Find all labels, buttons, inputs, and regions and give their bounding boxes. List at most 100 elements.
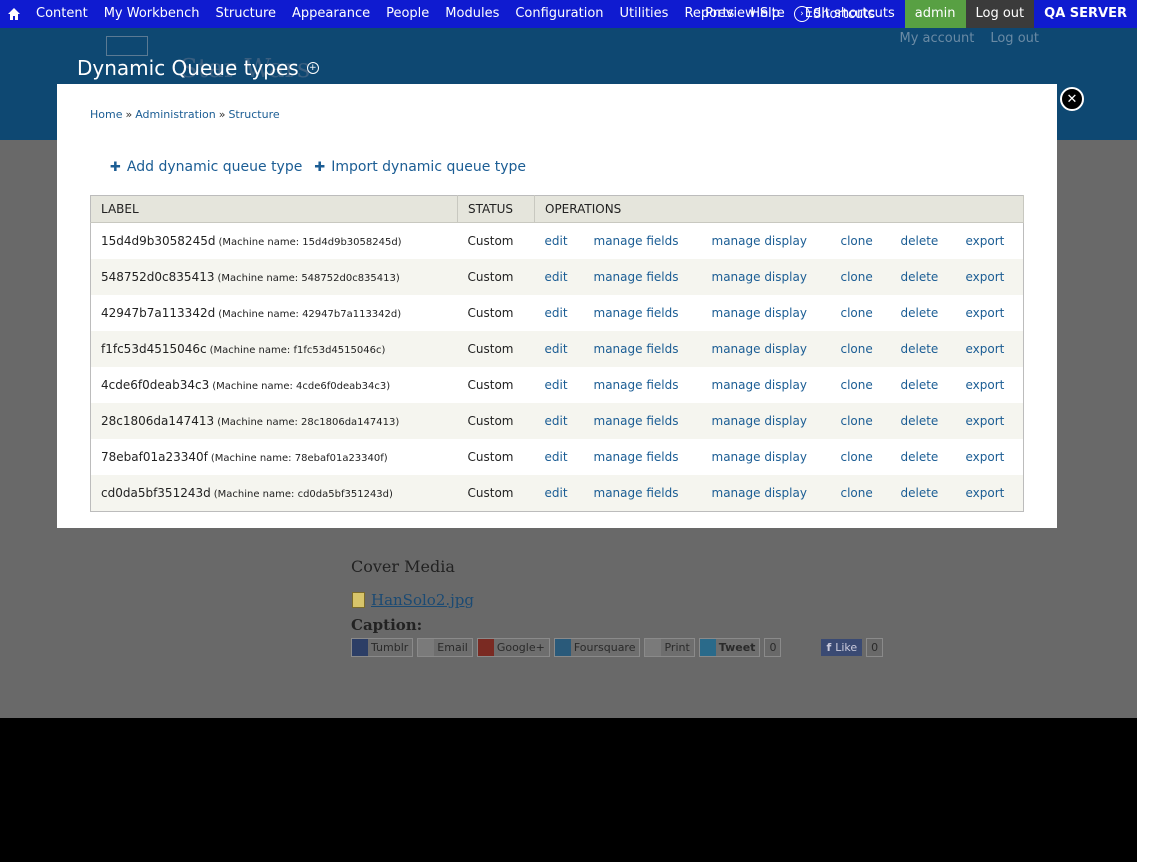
op-edit-link[interactable]: edit xyxy=(545,342,594,356)
file-link[interactable]: HanSolo2.jpg xyxy=(352,591,474,609)
toolbar-item-configuration[interactable]: Configuration xyxy=(507,0,611,28)
row-machine-name: (Machine name: 78ebaf01a23340f) xyxy=(210,453,388,464)
toolbar-item-modules[interactable]: Modules xyxy=(437,0,507,28)
op-manage-fields-link[interactable]: manage fields xyxy=(594,450,712,464)
breadcrumb-structure[interactable]: Structure xyxy=(228,108,279,121)
add-shortcut-icon[interactable]: + xyxy=(306,62,319,74)
share-tweet-button[interactable]: Tweet xyxy=(698,638,761,657)
breadcrumb: Home» Administration» Structure xyxy=(90,108,280,121)
op-clone-link[interactable]: clone xyxy=(841,342,901,356)
op-manage-display-link[interactable]: manage display xyxy=(712,306,841,320)
op-edit-link[interactable]: edit xyxy=(545,486,594,500)
toolbar-item-utilities[interactable]: Utilities xyxy=(612,0,677,28)
op-delete-link[interactable]: delete xyxy=(901,306,966,320)
op-edit-link[interactable]: edit xyxy=(545,270,594,284)
op-delete-link[interactable]: delete xyxy=(901,486,966,500)
row-machine-name: (Machine name: 15d4d9b3058245d) xyxy=(218,237,402,248)
op-clone-link[interactable]: clone xyxy=(841,450,901,464)
op-manage-fields-link[interactable]: manage fields xyxy=(594,234,712,248)
breadcrumb-home[interactable]: Home xyxy=(90,108,122,121)
admin-user-link[interactable]: admin xyxy=(904,0,966,28)
op-export-link[interactable]: export xyxy=(966,450,1005,464)
row-label-cell: f1fc53d4515046c (Machine name: f1fc53d451… xyxy=(90,331,458,367)
facebook-like-button[interactable]: f Like xyxy=(821,639,863,656)
my-account-link[interactable]: My account xyxy=(900,31,975,46)
toolbar-item-structure[interactable]: Structure xyxy=(208,0,284,28)
row-machine-name: (Machine name: 42947b7a113342d) xyxy=(218,309,402,320)
op-manage-display-link[interactable]: manage display xyxy=(712,450,841,464)
share-email-button[interactable]: Email xyxy=(417,638,473,657)
window-edge xyxy=(1137,0,1152,862)
op-clone-link[interactable]: clone xyxy=(841,378,901,392)
row-operations: edit manage fields manage display clone dele… xyxy=(534,331,1024,367)
share-google-button[interactable]: Google+ xyxy=(476,638,550,657)
share-tumblr-button[interactable]: Tumblr xyxy=(351,638,414,657)
import-dynamic-queue-type-link[interactable]: ✚ Import dynamic queue type xyxy=(314,159,526,175)
op-manage-fields-link[interactable]: manage fields xyxy=(594,414,712,428)
action-label: Add dynamic queue type xyxy=(126,159,303,175)
op-clone-link[interactable]: clone xyxy=(841,486,901,500)
op-delete-link[interactable]: delete xyxy=(901,378,966,392)
row-operations: edit manage fields manage display clone dele… xyxy=(534,475,1024,512)
toolbar-item-content[interactable]: Content xyxy=(28,0,96,28)
toolbar-item-appearance[interactable]: Appearance xyxy=(284,0,378,28)
op-manage-fields-link[interactable]: manage fields xyxy=(594,342,712,356)
op-manage-fields-link[interactable]: manage fields xyxy=(594,270,712,284)
column-header-status[interactable]: STATUS xyxy=(457,195,535,223)
share-foursquare-button[interactable]: Foursquare xyxy=(553,638,641,657)
site-logo[interactable] xyxy=(106,36,148,56)
op-clone-link[interactable]: clone xyxy=(841,270,901,284)
op-delete-link[interactable]: delete xyxy=(901,270,966,284)
op-export-link[interactable]: export xyxy=(966,378,1005,392)
op-export-link[interactable]: export xyxy=(966,234,1005,248)
op-edit-link[interactable]: edit xyxy=(545,378,594,392)
share-label: Tweet xyxy=(718,641,756,654)
preview-site-link[interactable]: Preview Site xyxy=(695,0,795,28)
share-print-button[interactable]: Print xyxy=(644,638,695,657)
op-delete-link[interactable]: delete xyxy=(901,414,966,428)
like-label: Like xyxy=(835,641,858,654)
op-manage-display-link[interactable]: manage display xyxy=(712,234,841,248)
add-dynamic-queue-type-link[interactable]: ✚ Add dynamic queue type xyxy=(110,159,302,175)
breadcrumb-administration[interactable]: Administration xyxy=(135,108,216,121)
op-manage-fields-link[interactable]: manage fields xyxy=(594,306,712,320)
header-logout-link[interactable]: Log out xyxy=(990,31,1039,46)
op-delete-link[interactable]: delete xyxy=(901,342,966,356)
op-export-link[interactable]: export xyxy=(966,414,1005,428)
table-row: 4cde6f0deab34c3 (Machine name: 4cde6f0dea… xyxy=(90,367,1024,403)
row-label: 28c1806da147413 xyxy=(101,414,215,428)
twitter-icon xyxy=(699,639,716,656)
admin-toolbar: Content My Workbench Structure Appearanc… xyxy=(0,0,1137,28)
op-export-link[interactable]: export xyxy=(966,306,1005,320)
home-icon[interactable] xyxy=(0,0,28,28)
op-export-link[interactable]: export xyxy=(966,486,1005,500)
op-delete-link[interactable]: delete xyxy=(901,450,966,464)
op-manage-display-link[interactable]: manage display xyxy=(712,414,841,428)
toolbar-item-my-workbench[interactable]: My Workbench xyxy=(96,0,208,28)
op-manage-fields-link[interactable]: manage fields xyxy=(594,378,712,392)
op-manage-display-link[interactable]: manage display xyxy=(712,270,841,284)
op-manage-fields-link[interactable]: manage fields xyxy=(594,486,712,500)
op-export-link[interactable]: export xyxy=(966,342,1005,356)
op-edit-link[interactable]: edit xyxy=(545,306,594,320)
op-clone-link[interactable]: clone xyxy=(841,234,901,248)
edit-shortcuts-link[interactable]: Edit shortcuts xyxy=(795,0,905,28)
toolbar-logout-link[interactable]: Log out xyxy=(965,0,1035,28)
op-edit-link[interactable]: edit xyxy=(545,450,594,464)
toolbar-item-people[interactable]: People xyxy=(378,0,437,28)
op-clone-link[interactable]: clone xyxy=(841,306,901,320)
op-export-link[interactable]: export xyxy=(966,270,1005,284)
op-delete-link[interactable]: delete xyxy=(901,234,966,248)
row-machine-name: (Machine name: 28c1806da147413) xyxy=(217,417,400,428)
op-clone-link[interactable]: clone xyxy=(841,414,901,428)
close-icon[interactable]: ✕ xyxy=(1060,87,1084,111)
op-edit-link[interactable]: edit xyxy=(545,414,594,428)
op-manage-display-link[interactable]: manage display xyxy=(712,486,841,500)
op-manage-display-link[interactable]: manage display xyxy=(712,378,841,392)
column-header-label[interactable]: LABEL xyxy=(90,195,458,223)
op-edit-link[interactable]: edit xyxy=(545,234,594,248)
row-status: Custom xyxy=(457,403,535,439)
share-label: Email xyxy=(437,641,468,654)
op-manage-display-link[interactable]: manage display xyxy=(712,342,841,356)
table-row: 15d4d9b3058245d (Machine name: 15d4d9b305… xyxy=(90,222,1024,259)
